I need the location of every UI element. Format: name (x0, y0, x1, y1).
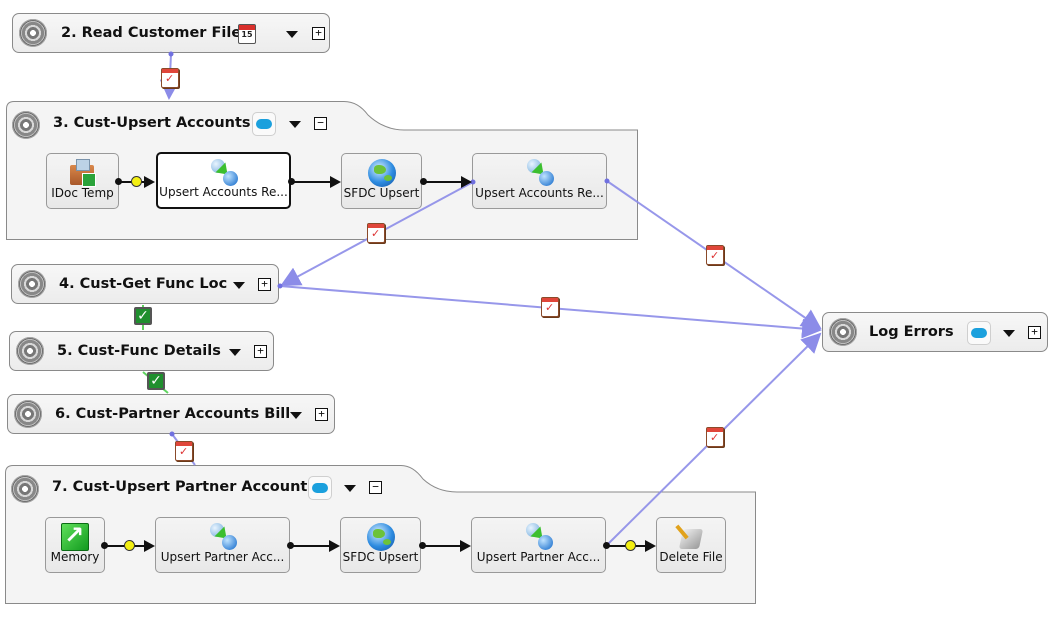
operation-gear-icon (19, 19, 47, 47)
step-sfdc-upsert[interactable]: SFDC Upsert (340, 517, 421, 573)
chevron-down-icon[interactable] (290, 412, 302, 419)
operation-read-customer-files[interactable]: 2. Read Customer Files 15 + (12, 13, 330, 53)
step-idoc-temp[interactable]: IDoc Temp (46, 153, 119, 209)
connector-midpoint[interactable] (131, 176, 142, 187)
operation-title: 5. Cust-Func Details (57, 343, 221, 359)
step-upsert-partner-accounts-request[interactable]: Upsert Partner Acc... (155, 517, 290, 573)
connector-arrow (144, 540, 155, 552)
salesforce-icon (252, 112, 276, 136)
operation-title: 4. Cust-Get Func Loc (59, 276, 228, 292)
chevron-down-icon[interactable] (286, 31, 298, 38)
connector-start-dot (101, 542, 108, 549)
expand-toggle[interactable]: + (312, 27, 325, 40)
connector-arrow (461, 176, 472, 188)
step-label: Upsert Accounts Re... (475, 186, 604, 200)
step-delete-file[interactable]: Delete File (656, 517, 726, 573)
operation-cust-partner-accounts-bill[interactable]: 6. Cust-Partner Accounts Bill + (7, 394, 335, 434)
step-sfdc-upsert[interactable]: SFDC Upsert (341, 153, 422, 209)
operation-gear-icon (12, 111, 40, 139)
salesforce-icon (308, 476, 332, 500)
step-memory[interactable]: Memory (45, 517, 105, 573)
flow-connector[interactable] (291, 545, 331, 547)
connector-midpoint[interactable] (625, 540, 636, 551)
connector-start-dot (288, 178, 295, 185)
operation-gear-icon (16, 337, 44, 365)
chevron-down-icon[interactable] (233, 282, 245, 289)
expand-toggle[interactable]: + (1028, 326, 1041, 339)
flow-connector[interactable] (423, 545, 463, 547)
operation-gear-icon (829, 318, 857, 346)
step-label: Delete File (659, 550, 723, 564)
integration-canvas: ✓ ✓ 2. Read Customer Files 15 + 3. Cust-… (0, 0, 1058, 619)
transformation-icon (208, 523, 238, 551)
operation-gear-icon (11, 475, 39, 503)
operation-gear-icon (18, 270, 46, 298)
connector-start-dot (420, 178, 427, 185)
connector-start-dot (115, 178, 122, 185)
connector-arrow (330, 176, 341, 188)
step-label: SFDC Upsert (343, 186, 420, 200)
operation-title: Log Errors (869, 324, 954, 340)
step-label: Memory (50, 550, 100, 564)
operation-title: 3. Cust-Upsert Accounts (53, 115, 251, 131)
operation-log-errors[interactable]: Log Errors + (822, 312, 1048, 352)
on-success-condition-icon[interactable] (175, 441, 193, 461)
memory-icon (61, 521, 89, 551)
transformation-icon (209, 159, 239, 187)
expand-toggle[interactable]: + (315, 408, 328, 421)
expand-toggle[interactable]: + (258, 278, 271, 291)
step-upsert-accounts-response[interactable]: Upsert Accounts Re... (472, 153, 607, 209)
flow-connector[interactable] (424, 181, 464, 183)
operation-gear-icon (14, 400, 42, 428)
transformation-icon (525, 159, 555, 187)
step-label: Upsert Partner Acc... (160, 550, 285, 564)
source-box-icon (68, 159, 98, 187)
chevron-down-icon[interactable] (1003, 330, 1015, 337)
operation-title: 2. Read Customer Files (61, 25, 250, 41)
connector-midpoint[interactable] (124, 540, 135, 551)
success-check-icon[interactable]: ✓ (134, 307, 152, 325)
chevron-down-icon[interactable] (289, 121, 301, 128)
operation-cust-get-func-loc[interactable]: 4. Cust-Get Func Loc + (11, 264, 279, 304)
success-check-icon[interactable]: ✓ (147, 372, 165, 390)
chevron-down-icon[interactable] (344, 485, 356, 492)
globe-icon (366, 523, 395, 551)
on-failure-condition-icon[interactable] (367, 223, 385, 243)
chevron-down-icon[interactable] (229, 349, 241, 356)
step-label: IDoc Temp (51, 186, 114, 200)
step-upsert-partner-accounts-response[interactable]: Upsert Partner Acc... (471, 517, 606, 573)
connector-arrow (460, 540, 471, 552)
operation-title: 6. Cust-Partner Accounts Bill (55, 406, 291, 422)
on-failure-condition-icon[interactable] (706, 427, 724, 447)
connector-arrow (144, 176, 155, 188)
schedule-calendar-icon[interactable]: 15 (238, 24, 256, 44)
schedule-badge: 15 (241, 30, 253, 39)
on-failure-condition-icon[interactable] (541, 297, 559, 317)
connector-arrow (645, 540, 656, 552)
connector-arrow (329, 540, 340, 552)
globe-icon (367, 159, 396, 187)
on-failure-condition-icon[interactable] (706, 245, 724, 265)
delete-file-icon (675, 523, 706, 551)
operation-title: 7. Cust-Upsert Partner Accounts (52, 479, 316, 495)
step-label: Upsert Partner Acc... (476, 550, 601, 564)
operation-cust-func-details[interactable]: 5. Cust-Func Details + (9, 331, 274, 371)
transformation-icon (524, 523, 554, 551)
salesforce-icon (967, 321, 991, 345)
collapse-toggle[interactable]: − (314, 117, 327, 130)
connector-start-dot (287, 542, 294, 549)
on-success-condition-icon[interactable] (161, 68, 179, 88)
expand-toggle[interactable]: + (254, 345, 267, 358)
flow-connector[interactable] (292, 181, 332, 183)
connector-start-dot (419, 542, 426, 549)
step-label: SFDC Upsert (342, 550, 419, 564)
collapse-toggle[interactable]: − (369, 481, 382, 494)
connector-start-dot (603, 542, 610, 549)
step-label: Upsert Accounts Re... (159, 185, 288, 199)
step-upsert-accounts-request[interactable]: Upsert Accounts Re... (156, 152, 291, 209)
